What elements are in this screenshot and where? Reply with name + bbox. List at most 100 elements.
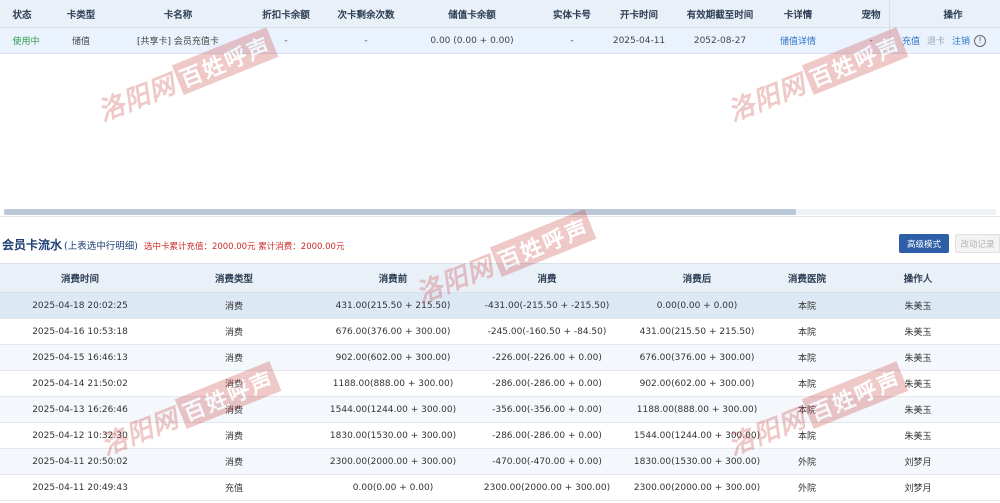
col-header-status: 状态 [12, 9, 32, 21]
cell-after: 431.00(215.50 + 215.50) [639, 326, 755, 337]
cell-time: 2025-04-18 20:02:25 [32, 300, 128, 311]
col-header-expire-date: 有效期截至时间 [686, 9, 754, 21]
cell-type: 消费 [224, 406, 243, 416]
expire-date: 2052-08-27 [693, 35, 747, 46]
col-header-remaining-times: 次卡剩余次数 [337, 9, 395, 21]
cell-after: 902.00(602.00 + 300.00) [639, 378, 755, 389]
cell-time: 2025-04-11 20:49:43 [32, 482, 128, 493]
col-header-operator: 操作人 [903, 274, 933, 285]
stored-balance: 0.00 (0.00 + 0.00) [430, 35, 514, 46]
cell-after: 1188.00(888.00 + 300.00) [636, 404, 758, 415]
col-header-time: 消费时间 [60, 274, 99, 285]
col-header-before: 消费前 [378, 274, 408, 285]
cell-operator: 朱美玉 [904, 406, 932, 416]
cell-hospital: 本院 [797, 328, 816, 338]
cell-before: 676.00(376.00 + 300.00) [335, 326, 451, 337]
stored-detail-link[interactable]: 储值详情 [760, 28, 836, 53]
flow-title: 会员卡流水 [2, 238, 63, 252]
flow-section-title: 会员卡流水 (上表选中行明细) 选中卡累计充值：2000.00元 累计消费：20… [2, 236, 344, 252]
cell-amount: -470.00(-470.00 + 0.00) [492, 456, 602, 467]
table-row[interactable]: 2025-04-11 20:49:43 充值 0.00(0.00 + 0.00)… [0, 475, 1000, 501]
col-header-card-detail: 卡详情 [783, 9, 813, 21]
cell-after: 0.00(0.00 + 0.00) [656, 300, 738, 311]
cell-type: 消费 [224, 354, 243, 364]
actions-column-divider [889, 0, 1000, 54]
cell-amount: -286.00(-286.00 + 0.00) [492, 378, 602, 389]
cell-time: 2025-04-16 10:53:18 [32, 326, 128, 337]
cell-operator: 朱美玉 [904, 354, 932, 364]
cell-operator: 刘梦月 [904, 484, 932, 494]
horizontal-scrollbar-thumb[interactable] [4, 209, 796, 215]
cell-operator: 朱美玉 [904, 328, 932, 338]
card-table-header: 状态 卡类型 卡名称 折扣卡余额 次卡剩余次数 储值卡余额 实体卡号 开卡时间 … [0, 0, 1000, 28]
cell-after: 2300.00(2000.00 + 300.00) [633, 482, 761, 493]
physical-card-no: - [570, 35, 574, 46]
cell-before: 1830.00(1530.00 + 300.00) [329, 430, 457, 441]
cell-before: 2300.00(2000.00 + 300.00) [329, 456, 457, 467]
cell-after: 676.00(376.00 + 300.00) [639, 352, 755, 363]
cell-hospital: 外院 [797, 484, 816, 494]
flow-summary: 选中卡累计充值：2000.00元 累计消费：2000.00元 [143, 242, 345, 252]
cell-operator: 刘梦月 [904, 458, 932, 468]
table-row[interactable]: 2025-04-15 16:46:13 消费 902.00(602.00 + 3… [0, 345, 1000, 371]
cell-before: 431.00(215.50 + 215.50) [335, 300, 451, 311]
cell-time: 2025-04-15 16:46:13 [32, 352, 128, 363]
col-header-discount-balance: 折扣卡余额 [262, 9, 310, 21]
change-log-button[interactable]: 改动记录 [955, 234, 1000, 253]
cell-before: 1188.00(888.00 + 300.00) [332, 378, 454, 389]
cell-hospital: 本院 [797, 302, 816, 312]
col-header-after: 消费后 [682, 274, 712, 285]
cell-hospital: 本院 [797, 380, 816, 390]
card-table: 状态 卡类型 卡名称 折扣卡余额 次卡剩余次数 储值卡余额 实体卡号 开卡时间 … [0, 0, 1000, 217]
cell-operator: 朱美玉 [904, 302, 932, 312]
col-header-amount: 消费 [537, 274, 557, 285]
cell-type: 消费 [224, 432, 243, 442]
discount-balance: - [284, 35, 288, 46]
table-row[interactable]: 2025-04-13 16:26:46 消费 1544.00(1244.00 +… [0, 397, 1000, 423]
cell-type: 充值 [224, 484, 243, 494]
col-header-type: 消费类型 [214, 274, 253, 285]
table-row[interactable]: 2025-04-11 20:50:02 消费 2300.00(2000.00 +… [0, 449, 1000, 475]
cell-time: 2025-04-12 10:32:30 [32, 430, 128, 441]
open-date: 2025-04-11 [612, 35, 666, 46]
cell-operator: 朱美玉 [904, 432, 932, 442]
cell-operator: 朱美玉 [904, 380, 932, 390]
table-row[interactable]: 2025-04-14 21:50:02 消费 1188.00(888.00 + … [0, 371, 1000, 397]
cell-hospital: 外院 [797, 458, 816, 468]
cell-amount: 2300.00(2000.00 + 300.00) [483, 482, 611, 493]
flow-table: 消费时间 消费类型 消费前 消费 消费后 消费医院 操作人 2025-04-18… [0, 263, 1000, 503]
cell-amount: -356.00(-356.00 + 0.00) [492, 404, 602, 415]
col-header-physical-no: 实体卡号 [552, 9, 591, 21]
cell-type: 消费 [224, 380, 243, 390]
cell-after: 1830.00(1530.00 + 300.00) [633, 456, 761, 467]
flow-table-header: 消费时间 消费类型 消费前 消费 消费后 消费医院 操作人 [0, 264, 1000, 293]
cell-amount: -226.00(-226.00 + 0.00) [492, 352, 602, 363]
col-header-open-date: 开卡时间 [619, 9, 658, 21]
cell-after: 1544.00(1244.00 + 300.00) [633, 430, 761, 441]
cell-before: 902.00(602.00 + 300.00) [335, 352, 451, 363]
cell-hospital: 本院 [797, 432, 816, 442]
cell-type: 消费 [224, 302, 243, 312]
cell-type: 消费 [224, 328, 243, 338]
cell-time: 2025-04-13 16:26:46 [32, 404, 128, 415]
cell-hospital: 本院 [797, 354, 816, 364]
cell-before: 0.00(0.00 + 0.00) [352, 482, 434, 493]
card-type: 储值 [71, 37, 90, 47]
table-row[interactable]: 2025-04-16 10:53:18 消费 676.00(376.00 + 3… [0, 319, 1000, 345]
advanced-mode-button[interactable]: 高级模式 [899, 234, 949, 253]
table-row[interactable]: 2025-04-12 10:32:30 消费 1830.00(1530.00 +… [0, 423, 1000, 449]
cell-hospital: 本院 [797, 406, 816, 416]
cell-before: 1544.00(1244.00 + 300.00) [329, 404, 457, 415]
cell-amount: -245.00(-160.50 + -84.50) [487, 326, 607, 337]
card-name: [共享卡] 会员充值卡 [137, 37, 219, 47]
cell-amount: -286.00(-286.00 + 0.00) [492, 430, 602, 441]
table-row[interactable]: 2025-04-18 20:02:25 消费 431.00(215.50 + 2… [0, 293, 1000, 319]
cell-time: 2025-04-14 21:50:02 [32, 378, 128, 389]
cell-amount: -431.00(-215.50 + -215.50) [484, 300, 610, 311]
flow-subtitle: (上表选中行明细) [64, 241, 138, 252]
remaining-times: - [364, 35, 368, 46]
cell-type: 消费 [224, 458, 243, 468]
card-row[interactable]: 使用中 储值 [共享卡] 会员充值卡 - - 0.00 (0.00 + 0.00… [0, 28, 1000, 54]
col-header-hospital: 消费医院 [787, 274, 826, 285]
col-header-card-type: 卡类型 [66, 9, 96, 21]
